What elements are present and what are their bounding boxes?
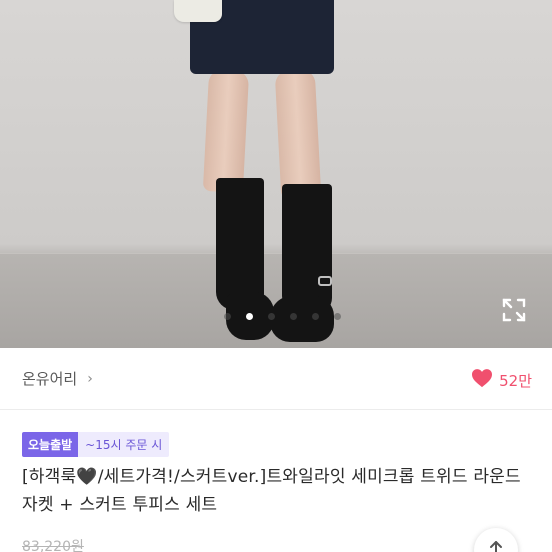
seller-row[interactable]: 온유어리 › 52만 xyxy=(0,348,552,410)
chevron-right-icon: › xyxy=(87,370,93,387)
like-button[interactable]: 52만 xyxy=(471,368,532,392)
product-image[interactable] xyxy=(0,0,552,348)
carousel-dot-active[interactable] xyxy=(246,313,253,320)
original-price: 83,220원 xyxy=(22,539,84,552)
product-title: [하객룩🖤/세트가격!/스커트ver.]트와일라잇 세미크롭 트위드 라운드 자… xyxy=(22,467,521,515)
left-leg xyxy=(202,69,250,193)
right-boot xyxy=(282,184,332,314)
heart-icon xyxy=(471,368,493,392)
carousel-dot[interactable] xyxy=(312,313,319,320)
today-shipping-badge: 오늘출발 xyxy=(22,432,79,457)
expand-icon[interactable] xyxy=(500,296,528,324)
carousel-dot[interactable] xyxy=(290,313,297,320)
order-cutoff-badge: ~15시 주문 시 xyxy=(78,432,170,457)
scroll-top-button[interactable] xyxy=(474,528,518,552)
carousel-dot[interactable] xyxy=(334,313,341,320)
like-count: 52만 xyxy=(499,371,532,390)
carousel-dot[interactable] xyxy=(224,313,231,320)
right-leg xyxy=(274,69,322,199)
carousel-indicator xyxy=(224,313,341,320)
shipping-badges: 오늘출발 ~15시 주문 시 xyxy=(22,432,170,457)
carousel-dot[interactable] xyxy=(268,313,275,320)
boot-buckle xyxy=(318,276,332,286)
white-bag xyxy=(174,0,222,22)
left-boot xyxy=(216,178,264,310)
arrow-up-icon xyxy=(486,538,506,552)
seller-name[interactable]: 온유어리 xyxy=(22,368,77,389)
